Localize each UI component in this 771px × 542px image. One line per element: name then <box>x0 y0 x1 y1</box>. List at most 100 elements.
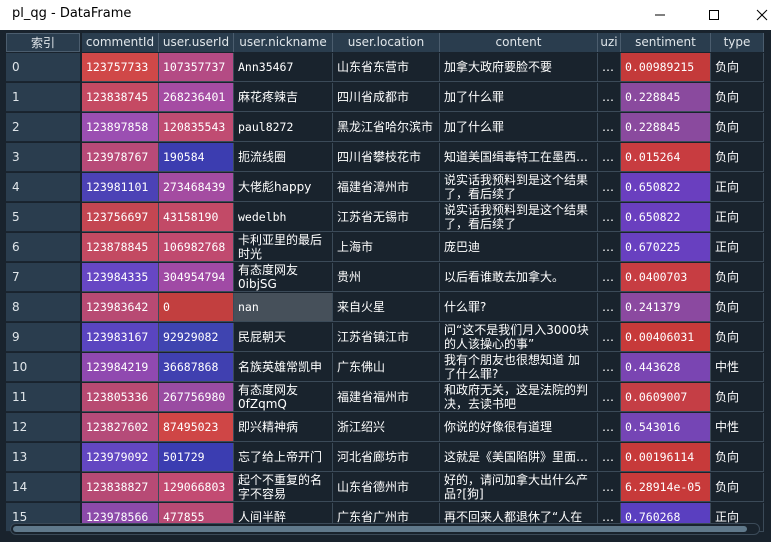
row-index[interactable]: 6 <box>6 233 80 262</box>
cell-uzi[interactable]: … <box>598 383 621 412</box>
column-header-nickname[interactable]: user.nickname <box>234 33 333 52</box>
cell-sentiment[interactable]: 0.0400703 <box>621 263 711 292</box>
row-index[interactable]: 5 <box>6 203 80 232</box>
cell-content[interactable]: 你说的好像很有道理 <box>440 413 598 442</box>
cell-type[interactable]: 负向 <box>711 473 764 502</box>
cell-content[interactable]: 我有个朋友也很想知道 加 了什么罪? <box>440 353 598 382</box>
cell-userId[interactable]: 190584 <box>159 143 234 172</box>
cell-uzi[interactable]: … <box>598 83 621 112</box>
cell-type[interactable]: 负向 <box>711 83 764 112</box>
cell-sentiment[interactable]: 0.228845 <box>621 83 711 112</box>
cell-nickname[interactable]: wedelbh <box>234 203 333 232</box>
cell-nickname[interactable]: 有态度网友 0ibjSG <box>234 263 333 292</box>
cell-uzi[interactable]: … <box>598 323 621 352</box>
cell-type[interactable]: 正向 <box>711 173 764 202</box>
cell-location[interactable]: 山东省德州市 <box>333 473 440 502</box>
row-index[interactable]: 4 <box>6 173 80 202</box>
cell-nickname[interactable]: 有态度网友 0fZqmQ <box>234 383 333 412</box>
cell-commentId[interactable]: 123983642 <box>82 293 159 322</box>
cell-userId[interactable]: 501729 <box>159 443 234 472</box>
vertical-scroll-area[interactable] <box>764 30 771 520</box>
cell-location[interactable]: 福建省福州市 <box>333 383 440 412</box>
cell-userId[interactable]: 129066803 <box>159 473 234 502</box>
column-header-uzi[interactable]: uzi <box>598 33 621 52</box>
cell-type[interactable]: 负向 <box>711 293 764 322</box>
cell-location[interactable]: 黑龙江省哈尔滨市 <box>333 113 440 142</box>
cell-location[interactable]: 广东佛山 <box>333 353 440 382</box>
row-index[interactable]: 13 <box>6 443 80 472</box>
column-header-type[interactable]: type <box>711 33 764 52</box>
cell-content[interactable]: 加拿大政府要脸不要 <box>440 53 598 82</box>
cell-location[interactable]: 来自火星 <box>333 293 440 322</box>
cell-commentId[interactable]: 123981101 <box>82 173 159 202</box>
cell-location[interactable]: 江苏省镇江市 <box>333 323 440 352</box>
cell-userId[interactable]: 268236401 <box>159 83 234 112</box>
cell-userId[interactable]: 273468439 <box>159 173 234 202</box>
cell-location[interactable]: 河北省廊坊市 <box>333 443 440 472</box>
row-index[interactable]: 8 <box>6 293 80 322</box>
cell-commentId[interactable]: 123979092 <box>82 443 159 472</box>
cell-type[interactable]: 中性 <box>711 353 764 382</box>
cell-uzi[interactable]: … <box>598 53 621 82</box>
minimize-button[interactable] <box>638 0 682 30</box>
cell-userId[interactable]: 43158190 <box>159 203 234 232</box>
cell-uzi[interactable]: … <box>598 473 621 502</box>
cell-commentId[interactable]: 123984335 <box>82 263 159 292</box>
cell-type[interactable]: 负向 <box>711 263 764 292</box>
column-header-commentId[interactable]: commentId <box>82 33 159 52</box>
cell-uzi[interactable]: … <box>598 113 621 142</box>
cell-content[interactable]: 说实话我预料到是这个结果 了，看后续了 <box>440 203 598 232</box>
row-index[interactable]: 7 <box>6 263 80 292</box>
cell-type[interactable]: 正向 <box>711 203 764 232</box>
cell-commentId[interactable]: 123983167 <box>82 323 159 352</box>
maximize-button[interactable] <box>692 0 736 30</box>
cell-type[interactable]: 负向 <box>711 323 764 352</box>
cell-location[interactable]: 四川省攀枝花市 <box>333 143 440 172</box>
column-header-index[interactable]: 索引 <box>6 33 80 52</box>
cell-sentiment[interactable]: 0.650822 <box>621 173 711 202</box>
cell-content[interactable]: 什么罪? <box>440 293 598 322</box>
cell-sentiment[interactable]: 0.00406031 <box>621 323 711 352</box>
cell-userId[interactable]: 267756980 <box>159 383 234 412</box>
cell-content[interactable]: 说实话我预料到是这个结果 了，看后续了 <box>440 173 598 202</box>
column-header-content[interactable]: content <box>440 33 598 52</box>
cell-nickname[interactable]: nan <box>234 293 333 322</box>
cell-type[interactable]: 负向 <box>711 143 764 172</box>
cell-commentId[interactable]: 123897858 <box>82 113 159 142</box>
cell-location[interactable]: 浙江绍兴 <box>333 413 440 442</box>
cell-content[interactable]: 好的，请问加拿大出什么产 品?[狗] <box>440 473 598 502</box>
cell-userId[interactable]: 92929082 <box>159 323 234 352</box>
cell-commentId[interactable]: 123757733 <box>82 53 159 82</box>
cell-content[interactable]: 庞巴迪 <box>440 233 598 262</box>
cell-sentiment[interactable]: 0.0609007 <box>621 383 711 412</box>
cell-nickname[interactable]: 扼流线圈 <box>234 143 333 172</box>
column-header-userId[interactable]: user.userId <box>159 33 234 52</box>
cell-location[interactable]: 贵州 <box>333 263 440 292</box>
cell-nickname[interactable]: 卡利亚里的最后 时光 <box>234 233 333 262</box>
cell-type[interactable]: 正向 <box>711 233 764 262</box>
cell-type[interactable]: 负向 <box>711 443 764 472</box>
cell-commentId[interactable]: 123756697 <box>82 203 159 232</box>
cell-content[interactable]: 以后看谁敢去加拿大。 <box>440 263 598 292</box>
cell-uzi[interactable]: … <box>598 443 621 472</box>
cell-commentId[interactable]: 123984219 <box>82 353 159 382</box>
cell-sentiment[interactable]: 0.670225 <box>621 233 711 262</box>
cell-commentId[interactable]: 123805336 <box>82 383 159 412</box>
cell-nickname[interactable]: 大佬彪happy <box>234 173 333 202</box>
cell-sentiment[interactable]: 0.00196114 <box>621 443 711 472</box>
cell-uzi[interactable]: … <box>598 233 621 262</box>
cell-sentiment[interactable]: 0.015264 <box>621 143 711 172</box>
cell-nickname[interactable]: 忘了给上帝开门 <box>234 443 333 472</box>
cell-type[interactable]: 负向 <box>711 113 764 142</box>
cell-type[interactable]: 负向 <box>711 53 764 82</box>
cell-uzi[interactable]: … <box>598 143 621 172</box>
cell-content[interactable]: 和政府无关，这是法院的判 决，去读书吧 <box>440 383 598 412</box>
cell-userId[interactable]: 107357737 <box>159 53 234 82</box>
cell-sentiment[interactable]: 0.443628 <box>621 353 711 382</box>
row-index[interactable]: 9 <box>6 323 80 352</box>
cell-nickname[interactable]: 名族英雄常凯申 <box>234 353 333 382</box>
cell-content[interactable]: 知道美国缉毒特工在墨西… <box>440 143 598 172</box>
row-index[interactable]: 10 <box>6 353 80 382</box>
cell-location[interactable]: 山东省东营市 <box>333 53 440 82</box>
cell-uzi[interactable]: … <box>598 203 621 232</box>
